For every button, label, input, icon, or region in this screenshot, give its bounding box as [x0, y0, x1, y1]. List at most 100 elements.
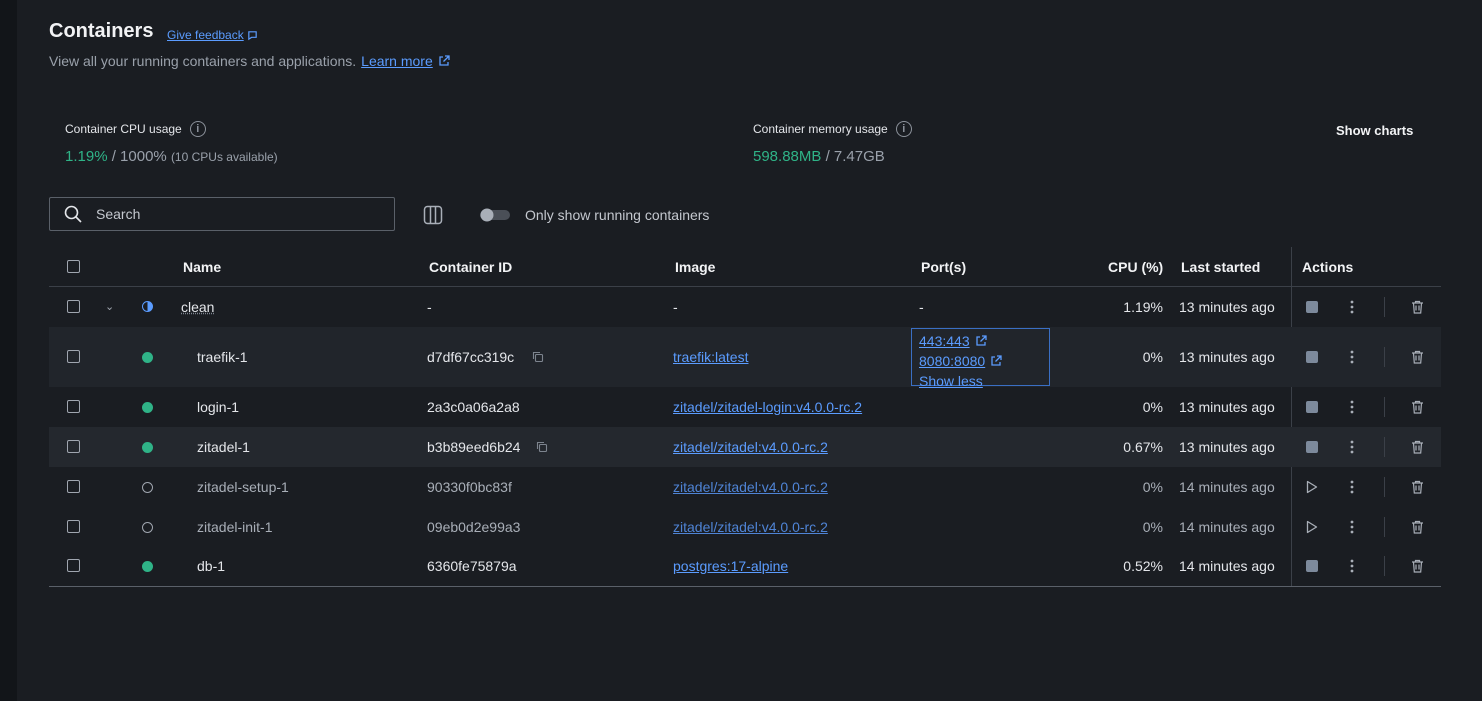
container-name[interactable]: login-1 — [197, 399, 239, 415]
row-checkbox[interactable] — [67, 480, 80, 493]
running-status-icon — [142, 352, 153, 363]
col-cpu[interactable]: CPU (%) — [1108, 259, 1163, 275]
table-row-group[interactable]: ⌄ clean - - - 1.19% 13 minutes ago — [49, 287, 1441, 327]
port-link[interactable]: 8080:8080 — [919, 351, 1042, 371]
cpu-value: 0% — [1142, 479, 1163, 495]
port-link[interactable]: 443:443 — [919, 331, 1042, 351]
kebab-icon — [1350, 300, 1354, 314]
image-link[interactable]: zitadel/zitadel:v4.0.0-rc.2 — [673, 439, 828, 455]
memory-usage-value: 598.88MB / 7.47GB — [753, 148, 885, 165]
stop-button[interactable] — [1304, 299, 1320, 315]
group-name[interactable]: clean — [181, 299, 214, 315]
col-last-started[interactable]: Last started — [1181, 259, 1260, 275]
show-charts-button[interactable]: Show charts — [1336, 123, 1413, 138]
col-container-id[interactable]: Container ID — [429, 259, 512, 275]
trash-icon — [1411, 520, 1423, 534]
row-checkbox[interactable] — [67, 350, 80, 363]
container-name[interactable]: traefik-1 — [197, 349, 248, 365]
last-started: 14 minutes ago — [1179, 519, 1275, 535]
search-icon — [64, 205, 82, 223]
image-link[interactable]: zitadel/zitadel-login:v4.0.0-rc.2 — [673, 399, 862, 415]
page-title: Containers — [49, 20, 154, 42]
start-button[interactable] — [1304, 479, 1320, 495]
delete-button[interactable] — [1409, 349, 1425, 365]
external-link-icon — [991, 355, 1002, 366]
start-button[interactable] — [1304, 519, 1320, 535]
table-row[interactable]: traefik-1 d7df67cc319c traefik:latest 44… — [49, 327, 1441, 389]
columns-icon[interactable] — [423, 205, 443, 225]
row-checkbox[interactable] — [67, 559, 80, 572]
image-link[interactable]: traefik:latest — [673, 349, 748, 365]
memory-usage-label: Container memory usage i — [753, 121, 912, 137]
table-row[interactable]: login-1 2a3c0a06a2a8 zitadel/zitadel-log… — [49, 387, 1441, 427]
info-icon[interactable]: i — [189, 121, 206, 137]
col-image[interactable]: Image — [675, 259, 715, 275]
table-bottom-border — [49, 586, 1441, 587]
stop-button[interactable] — [1304, 558, 1320, 574]
select-all-checkbox[interactable] — [67, 260, 80, 273]
exited-status-icon — [142, 482, 153, 493]
copy-icon[interactable] — [532, 351, 544, 363]
delete-button[interactable] — [1409, 558, 1425, 574]
copy-icon[interactable] — [536, 441, 548, 453]
image-link[interactable]: postgres:17-alpine — [673, 558, 788, 574]
row-checkbox[interactable] — [67, 300, 80, 313]
row-checkbox[interactable] — [67, 400, 80, 413]
image-link[interactable]: zitadel/zitadel:v4.0.0-rc.2 — [673, 479, 828, 495]
stop-icon — [1306, 401, 1318, 413]
more-options-button[interactable] — [1344, 519, 1360, 535]
group-container-id: - — [427, 299, 432, 315]
container-name[interactable]: zitadel-init-1 — [197, 519, 272, 535]
container-name[interactable]: zitadel-1 — [197, 439, 250, 455]
learn-more-link[interactable]: Learn more — [361, 53, 433, 69]
delete-button[interactable] — [1409, 519, 1425, 535]
search-box[interactable] — [49, 197, 395, 231]
more-options-button[interactable] — [1344, 349, 1360, 365]
more-options-button[interactable] — [1344, 479, 1360, 495]
col-name[interactable]: Name — [183, 259, 221, 275]
col-ports[interactable]: Port(s) — [921, 259, 966, 275]
memory-usage-label-text: Container memory usage — [753, 122, 888, 136]
image-link[interactable]: zitadel/zitadel:v4.0.0-rc.2 — [673, 519, 828, 535]
trash-icon — [1411, 440, 1423, 454]
row-checkbox[interactable] — [67, 440, 80, 453]
running-status-icon — [142, 402, 153, 413]
container-name[interactable]: db-1 — [197, 558, 225, 574]
stop-button[interactable] — [1304, 399, 1320, 415]
chevron-down-icon[interactable]: ⌄ — [105, 300, 114, 313]
more-options-button[interactable] — [1344, 399, 1360, 415]
stop-button[interactable] — [1304, 439, 1320, 455]
more-options-button[interactable] — [1344, 558, 1360, 574]
cpu-value: 0% — [1142, 519, 1163, 535]
kebab-icon — [1350, 480, 1354, 494]
delete-button[interactable] — [1409, 439, 1425, 455]
last-started: 13 minutes ago — [1179, 439, 1275, 455]
search-input[interactable] — [94, 205, 378, 223]
action-separator — [1384, 397, 1385, 417]
kebab-icon — [1350, 440, 1354, 454]
action-separator — [1384, 556, 1385, 576]
more-options-button[interactable] — [1344, 299, 1360, 315]
running-only-toggle[interactable] — [480, 208, 510, 222]
action-separator — [1384, 517, 1385, 537]
table-row[interactable]: zitadel-setup-1 90330f0bc83f zitadel/zit… — [49, 467, 1441, 507]
stop-button[interactable] — [1304, 349, 1320, 365]
last-started: 14 minutes ago — [1179, 558, 1275, 574]
memory-used: 598.88MB — [753, 148, 822, 165]
delete-button[interactable] — [1409, 399, 1425, 415]
delete-button[interactable] — [1409, 299, 1425, 315]
kebab-icon — [1350, 520, 1354, 534]
table-row[interactable]: db-1 6360fe75879a postgres:17-alpine 0.5… — [49, 547, 1441, 586]
table-row[interactable]: zitadel-1 b3b89eed6b24 zitadel/zitadel:v… — [49, 427, 1441, 467]
table-row[interactable]: zitadel-init-1 09eb0d2e99a3 zitadel/zita… — [49, 507, 1441, 547]
table-header: Name Container ID Image Port(s) CPU (%) … — [49, 247, 1441, 287]
delete-button[interactable] — [1409, 479, 1425, 495]
last-started: 13 minutes ago — [1179, 349, 1275, 365]
page-subtitle: View all your running containers and app… — [49, 53, 450, 69]
container-name[interactable]: zitadel-setup-1 — [197, 479, 289, 495]
info-icon[interactable]: i — [895, 121, 912, 137]
more-options-button[interactable] — [1344, 439, 1360, 455]
container-id: 09eb0d2e99a3 — [427, 519, 521, 535]
give-feedback-link[interactable]: Give feedback — [167, 28, 258, 42]
row-checkbox[interactable] — [67, 520, 80, 533]
